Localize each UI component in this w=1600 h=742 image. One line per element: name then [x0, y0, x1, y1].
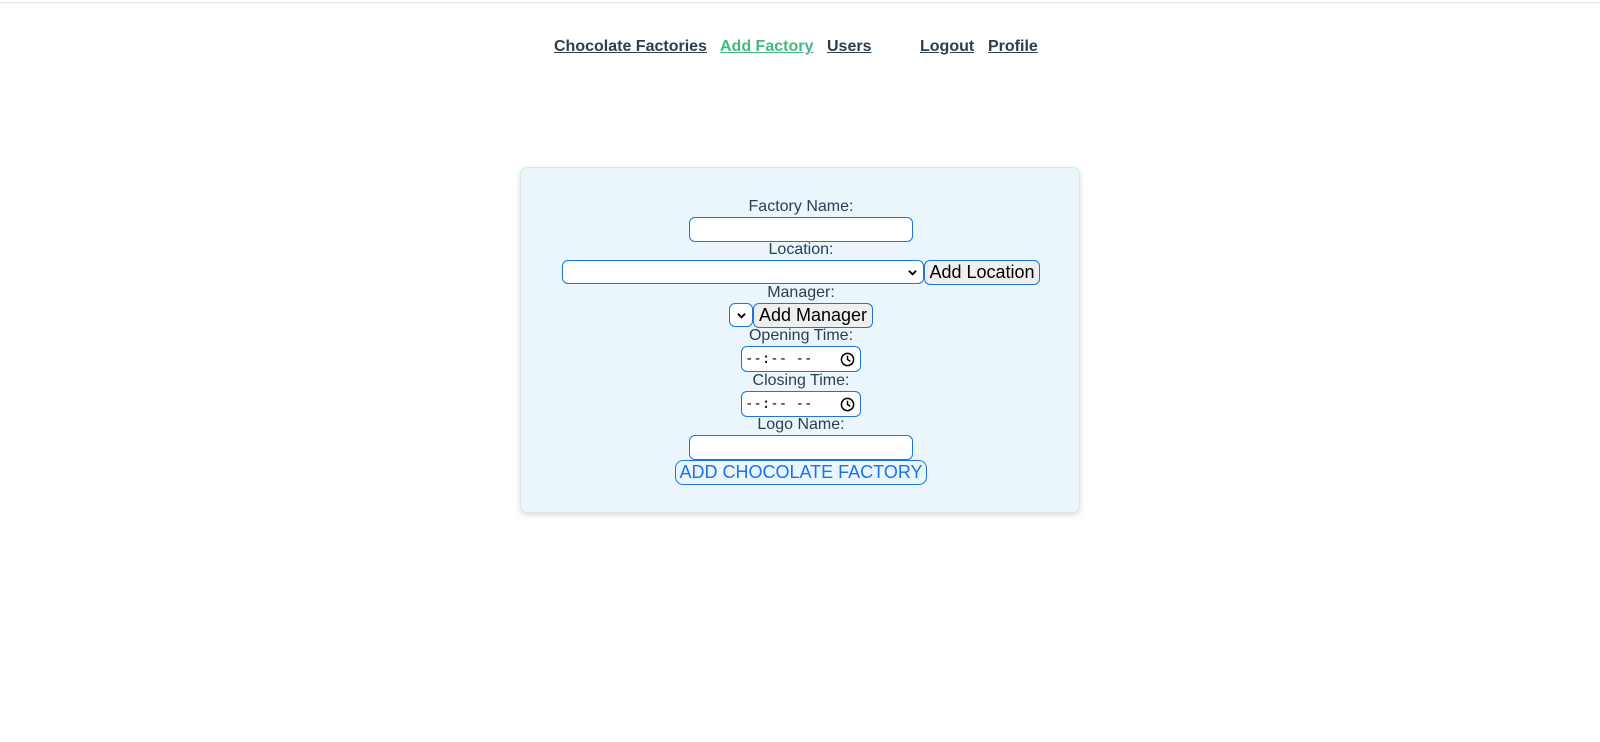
nav-link-profile[interactable]: Profile [988, 38, 1038, 56]
factory-name-label: Factory Name: [748, 198, 854, 215]
clock-icon[interactable] [840, 397, 855, 412]
location-select[interactable] [562, 260, 924, 284]
manager-select[interactable] [729, 303, 753, 327]
location-label: Location: [768, 241, 834, 258]
nav-link-users[interactable]: Users [827, 38, 871, 56]
chevron-down-icon [737, 313, 746, 319]
manager-label: Manager: [767, 284, 835, 301]
nav-link-add-factory[interactable]: Add Factory [720, 38, 813, 56]
factory-name-input[interactable] [689, 217, 913, 242]
nav-link-logout[interactable]: Logout [920, 38, 974, 56]
opening-time-input[interactable]: --:-- -- [741, 346, 861, 372]
closing-time-value: --:-- -- [745, 396, 813, 412]
add-location-button[interactable]: Add Location [924, 260, 1040, 285]
logo-name-label: Logo Name: [757, 416, 845, 433]
closing-time-input[interactable]: --:-- -- [741, 391, 861, 417]
add-manager-button[interactable]: Add Manager [753, 303, 873, 328]
add-chocolate-factory-button[interactable]: ADD CHOCOLATE FACTORY [675, 460, 927, 485]
opening-time-label: Opening Time: [748, 327, 854, 344]
top-divider [0, 2, 1600, 3]
add-factory-form: Factory Name: Location: Add Location Man… [520, 167, 1080, 513]
closing-time-label: Closing Time: [752, 372, 850, 389]
main-nav: Chocolate Factories Add Factory Users Lo… [0, 38, 1600, 62]
clock-icon[interactable] [840, 352, 855, 367]
chevron-down-icon [908, 270, 917, 276]
opening-time-value: --:-- -- [745, 351, 813, 367]
nav-link-chocolate-factories[interactable]: Chocolate Factories [554, 38, 707, 56]
logo-name-input[interactable] [689, 435, 913, 460]
